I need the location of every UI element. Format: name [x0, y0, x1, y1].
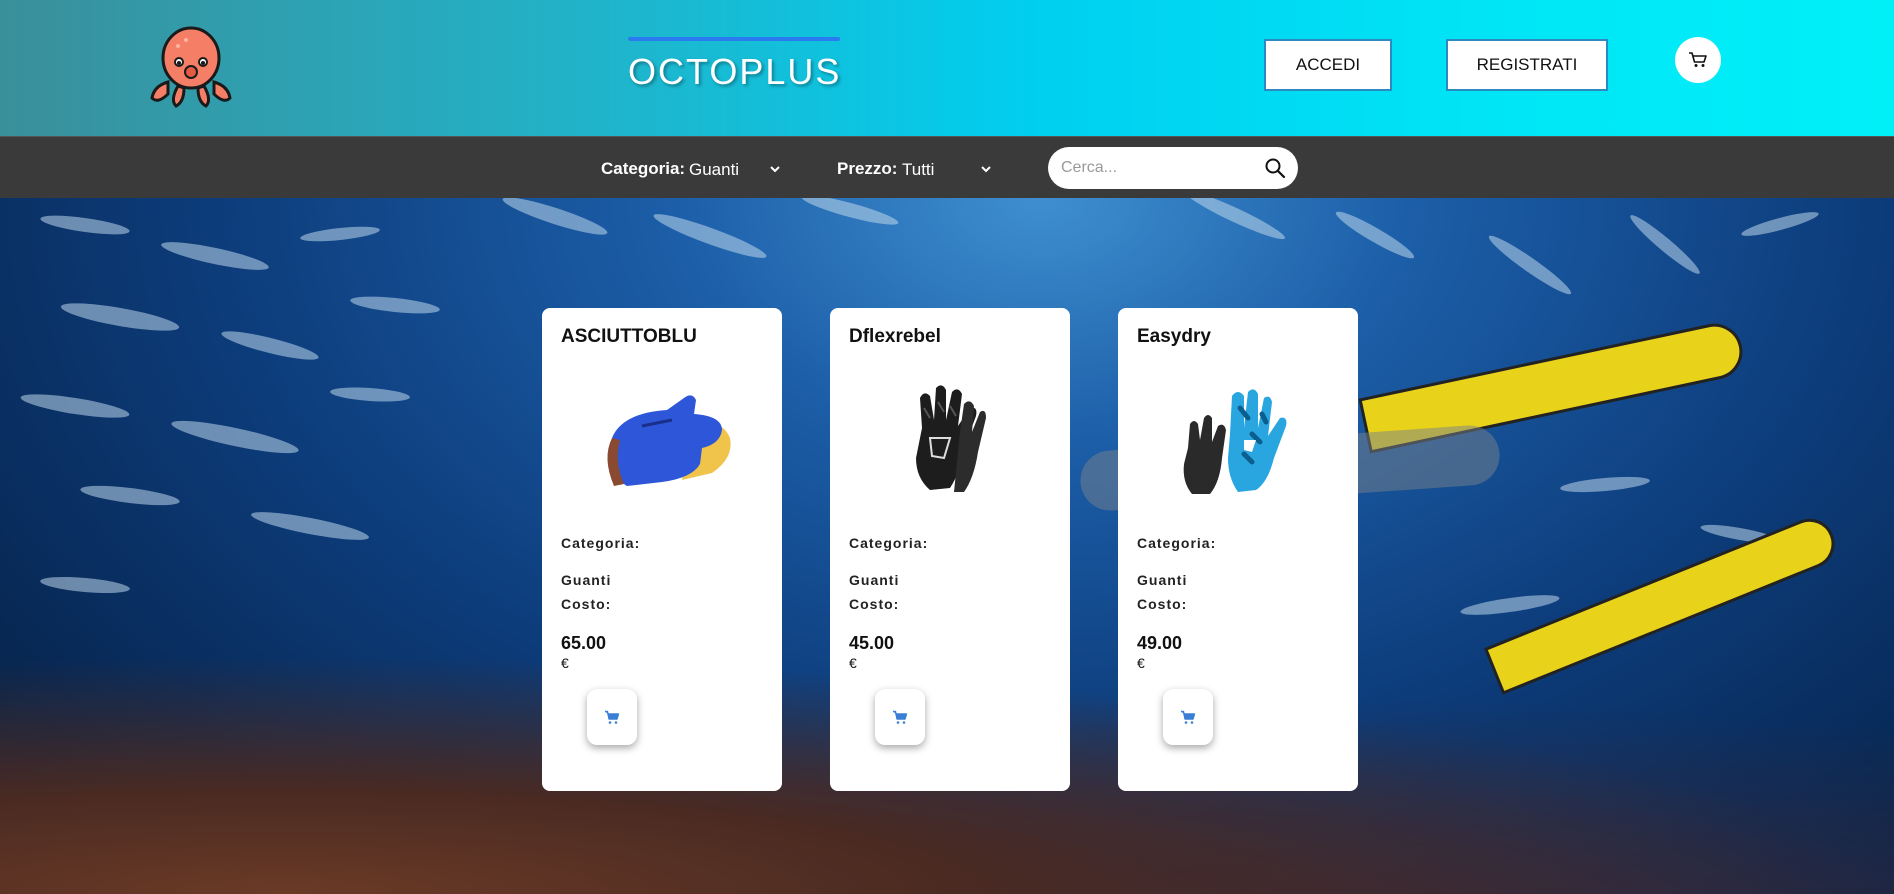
header-cart-button[interactable] — [1675, 37, 1721, 83]
chevron-down-icon[interactable] — [768, 162, 782, 176]
product-price: 65.00 — [561, 633, 607, 653]
cost-label: Costo: — [561, 596, 612, 612]
search-input[interactable]: Cerca... — [1048, 147, 1298, 189]
product-title[interactable]: Dflexrebel — [849, 326, 941, 348]
category-filter-select[interactable]: Guanti — [689, 160, 739, 180]
category-value: Guanti — [561, 572, 612, 588]
cart-icon — [893, 710, 908, 724]
category-label: Categoria: — [1137, 535, 1217, 551]
octopus-logo-icon[interactable] — [148, 24, 234, 108]
cart-icon — [605, 710, 620, 724]
add-to-cart-button[interactable] — [1163, 689, 1213, 745]
search-placeholder: Cerca... — [1061, 159, 1118, 176]
currency: € — [1137, 655, 1145, 671]
black-neoprene-glove-image-icon — [916, 385, 986, 492]
blue-camo-glove-image-icon — [1183, 389, 1287, 494]
category-filter-label: Categoria: — [601, 159, 686, 178]
blue-dry-glove-image-icon — [607, 395, 731, 486]
brand-title[interactable]: OCTOPLUS — [628, 51, 841, 93]
product-card[interactable]: Dflexrebel Categoria: Guanti Costo: 45.0… — [830, 308, 1070, 791]
currency: € — [561, 655, 569, 671]
brand-block: OCTOPLUS — [628, 37, 841, 93]
cart-icon — [1689, 52, 1707, 67]
search-icon[interactable] — [1264, 157, 1286, 179]
product-card[interactable]: Easydry Categoria: Guanti Costo: 49.00 € — [1118, 308, 1358, 791]
price-filter-label: Prezzo: — [837, 159, 898, 178]
filter-bar: Categoria: Guanti Prezzo: Tutti Cerca... — [0, 136, 1894, 198]
currency: € — [849, 655, 857, 671]
category-value: Guanti — [1137, 572, 1188, 588]
cart-icon — [1181, 710, 1196, 724]
login-button[interactable]: ACCEDI — [1264, 39, 1392, 91]
chevron-down-icon[interactable] — [979, 162, 993, 176]
product-price: 45.00 — [849, 633, 895, 653]
product-card[interactable]: ASCIUTTOBLU Categoria: Guanti Costo: 65.… — [542, 308, 782, 791]
category-label: Categoria: — [849, 535, 929, 551]
register-button[interactable]: REGISTRATI — [1446, 39, 1608, 91]
add-to-cart-button[interactable] — [587, 689, 637, 745]
category-value: Guanti — [849, 572, 900, 588]
product-title[interactable]: ASCIUTTOBLU — [561, 326, 697, 348]
cost-label: Costo: — [849, 596, 900, 612]
site-header: OCTOPLUS ACCEDI REGISTRATI — [0, 0, 1894, 136]
cost-label: Costo: — [1137, 596, 1188, 612]
category-label: Categoria: — [561, 535, 641, 551]
product-title[interactable]: Easydry — [1137, 326, 1211, 348]
product-price: 49.00 — [1137, 633, 1183, 653]
brand-underline — [628, 37, 840, 41]
price-filter-select[interactable]: Tutti — [902, 160, 934, 180]
add-to-cart-button[interactable] — [875, 689, 925, 745]
